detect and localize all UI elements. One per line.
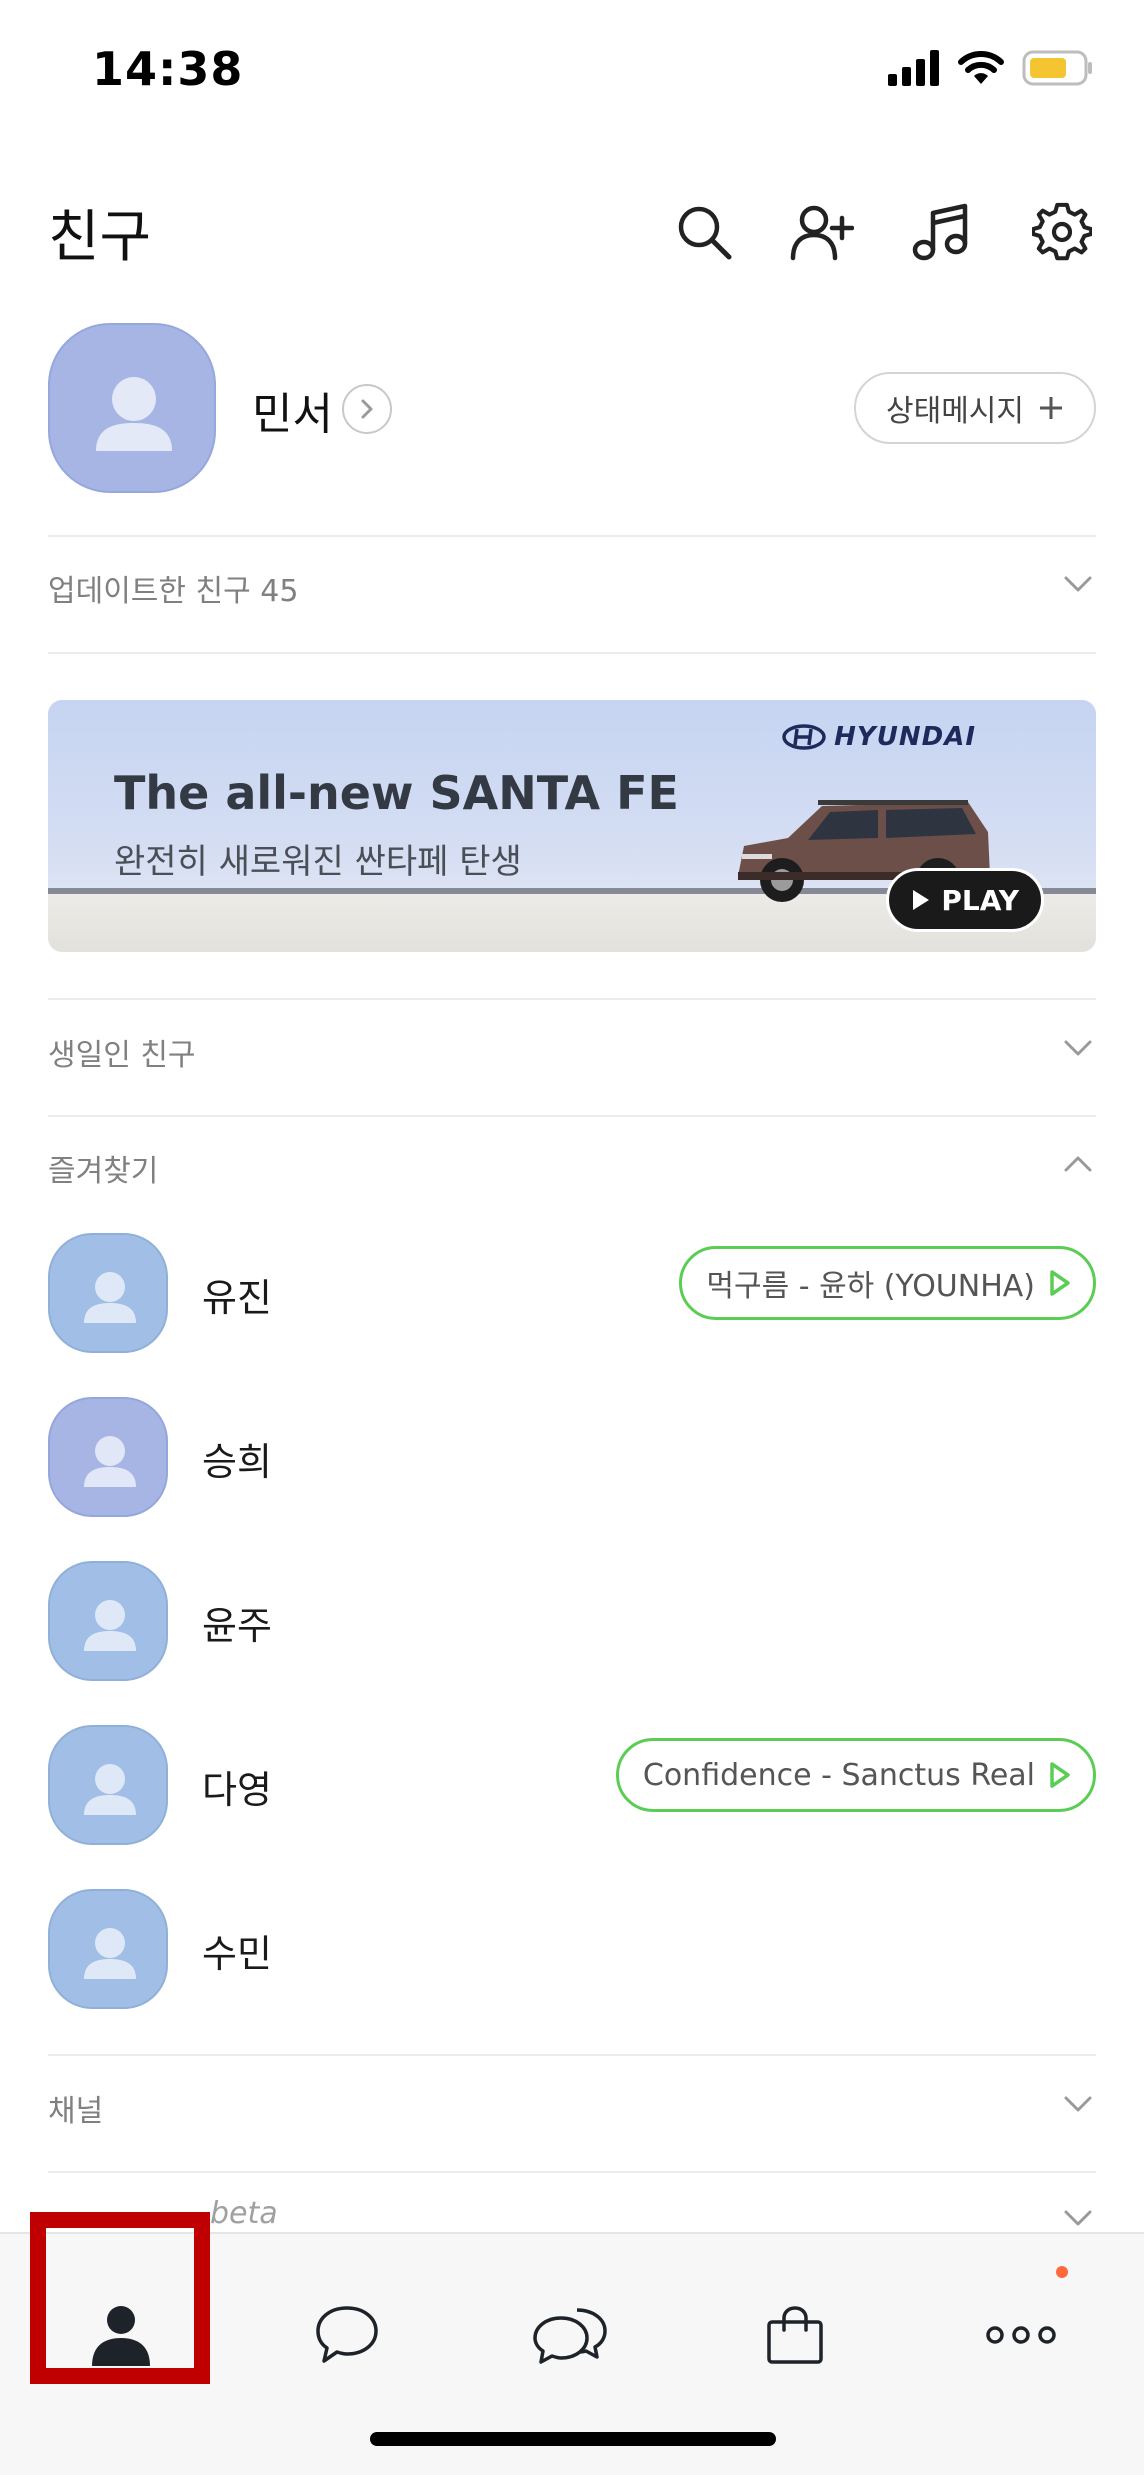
status-icons <box>888 50 1094 86</box>
music-button[interactable] <box>908 200 972 264</box>
play-icon <box>1050 1270 1070 1296</box>
hyundai-logo-icon <box>782 724 826 750</box>
banner-headline: The all-new SANTA FE <box>114 766 679 820</box>
friend-name: 수민 <box>202 1932 272 1976</box>
status-message-button[interactable]: 상태메시지 <box>854 372 1096 444</box>
friend-name: 다영 <box>202 1768 272 1812</box>
chevron-down-icon <box>1064 2210 1092 2226</box>
play-icon <box>913 890 930 910</box>
page-title: 친구 <box>48 205 152 270</box>
chevron-up-icon <box>1064 1156 1092 1172</box>
section-updated-friends[interactable]: 업데이트한 친구 45 <box>0 526 1144 642</box>
default-person-icon <box>96 377 172 451</box>
brand-logo: HYUNDAI <box>782 722 976 752</box>
play-label: PLAY <box>941 883 1019 917</box>
divider <box>48 2171 1096 2173</box>
shopping-bag-icon <box>767 2306 823 2364</box>
banner-subline: 완전히 새로워진 싼타페 탄생 <box>114 842 522 882</box>
search-button[interactable] <box>672 200 736 264</box>
section-label: 채널 <box>48 2094 104 2129</box>
default-person-icon <box>84 1272 136 1323</box>
default-person-icon <box>84 1436 136 1487</box>
avatar[interactable] <box>48 1561 168 1681</box>
plus-icon <box>1040 397 1062 419</box>
play-button[interactable]: PLAY <box>886 868 1044 932</box>
wifi-icon <box>958 51 1004 84</box>
status-time: 14:38 <box>92 42 244 96</box>
add-friend-icon <box>790 205 854 261</box>
brand-name: HYUNDAI <box>834 722 976 752</box>
signal-icon <box>888 50 939 86</box>
play-icon <box>1050 1762 1070 1788</box>
avatar[interactable] <box>48 323 216 493</box>
profile-music-tag[interactable]: Confidence - Sanctus Real <box>615 1738 1096 1812</box>
avatar[interactable] <box>48 1233 168 1353</box>
ad-banner[interactable]: HYUNDAI The all-new SANTA FE 완전히 새로워진 싼타… <box>48 700 1096 952</box>
music-note-icon <box>912 203 968 261</box>
friend-row[interactable]: 승희 <box>0 1375 1144 1539</box>
tab-open-chat[interactable] <box>506 2270 636 2400</box>
my-profile[interactable]: 민서 상태메시지 <box>0 318 1144 498</box>
more-icon <box>986 2326 1056 2344</box>
profile-music-tag[interactable]: 먹구름 - 윤하 (YOUNHA) <box>679 1246 1096 1320</box>
friend-name: 유진 <box>202 1276 272 1320</box>
tab-chats[interactable] <box>282 2270 412 2400</box>
music-title: Confidence - Sanctus Real <box>642 1757 1035 1793</box>
section-label: 업데이트한 친구 45 <box>48 574 299 609</box>
chevron-down-icon <box>1064 1040 1092 1056</box>
section-favorites[interactable]: 즐겨찾기 <box>0 1106 1144 1222</box>
friend-row[interactable]: 다영 Confidence - Sanctus Real <box>0 1703 1144 1867</box>
tab-shopping[interactable] <box>730 2270 860 2400</box>
gear-icon <box>1032 202 1092 261</box>
default-person-icon <box>84 1600 136 1651</box>
section-label: 즐겨찾기 <box>48 1154 159 1189</box>
tab-more[interactable] <box>956 2270 1086 2400</box>
avatar[interactable] <box>48 1889 168 2009</box>
avatar[interactable] <box>48 1725 168 1845</box>
settings-button[interactable] <box>1030 200 1094 264</box>
chevron-down-icon <box>1064 576 1092 592</box>
music-title: 먹구름 - 윤하 (YOUNHA) <box>706 1269 1035 1304</box>
battery-icon <box>1022 50 1092 86</box>
divider <box>48 652 1096 654</box>
default-person-icon <box>84 1928 136 1979</box>
friend-name: 윤주 <box>202 1604 272 1648</box>
friend-name: 승희 <box>202 1440 272 1484</box>
section-label-partial: beta <box>210 2196 278 2231</box>
default-person-icon <box>84 1764 136 1815</box>
chat-bubble-icon <box>316 2306 378 2363</box>
status-bar: 14:38 <box>0 0 1144 140</box>
avatar[interactable] <box>48 1397 168 1517</box>
friends-header: 친구 <box>0 180 1144 280</box>
section-channels[interactable]: 채널 <box>0 2046 1144 2162</box>
person-icon <box>92 2306 150 2366</box>
chevron-right-icon <box>361 399 373 419</box>
status-message-label: 상태메시지 <box>886 394 1024 429</box>
section-birthday-friends[interactable]: 생일인 친구 <box>0 990 1144 1106</box>
add-friend-button[interactable] <box>790 200 854 264</box>
tab-friends[interactable] <box>56 2270 186 2400</box>
home-indicator[interactable] <box>370 2432 776 2446</box>
friend-row[interactable]: 윤주 <box>0 1539 1144 1703</box>
section-label: 생일인 친구 <box>48 1038 196 1073</box>
chevron-down-icon <box>1064 2096 1092 2112</box>
profile-name: 민서 <box>252 389 333 440</box>
profile-detail-button[interactable] <box>342 384 392 434</box>
friend-row[interactable]: 수민 <box>0 1867 1144 2031</box>
friend-row[interactable]: 유진 먹구름 - 윤하 (YOUNHA) <box>0 1211 1144 1375</box>
new-badge <box>1056 2266 1068 2278</box>
open-chat-icon <box>533 2308 607 2364</box>
search-icon <box>678 206 732 260</box>
